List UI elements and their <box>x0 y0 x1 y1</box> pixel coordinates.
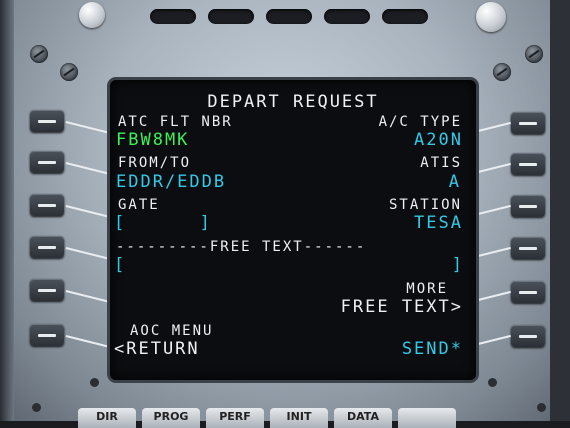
screw-dot <box>90 378 99 387</box>
value-return[interactable]: <RETURN <box>114 341 200 358</box>
top-slot <box>324 9 370 24</box>
screw-dot <box>488 378 497 387</box>
lsk-5r-button[interactable] <box>511 281 545 303</box>
top-slot <box>208 9 254 24</box>
screw-icon <box>60 63 78 81</box>
label-atis: ATIS <box>420 155 462 171</box>
lsk-3l-button[interactable] <box>30 194 64 216</box>
free-text-bracket-close[interactable]: ] <box>452 257 464 274</box>
value-ac-type: A20N <box>414 130 463 150</box>
page-title: DEPART REQUEST <box>207 92 379 112</box>
screw-icon <box>493 63 511 81</box>
bezel-left-edge <box>0 0 14 421</box>
value-station: TESA <box>414 213 463 233</box>
label-ac-type: A/C TYPE <box>378 114 462 130</box>
perf-key-button[interactable]: PERF <box>206 408 264 428</box>
lsk-4l-button[interactable] <box>30 236 64 258</box>
label-atc-flt-nbr: ATC FLT NBR <box>118 114 233 130</box>
screw-dot <box>32 403 41 412</box>
free-text-divider: ---------FREE TEXT------ <box>116 239 367 255</box>
lsk-3r-button[interactable] <box>511 195 545 217</box>
lsk-1l-button[interactable] <box>30 110 64 132</box>
data-key-button[interactable]: DATA <box>334 408 392 428</box>
init-key-button[interactable]: INIT <box>270 408 328 428</box>
screw-icon <box>525 45 543 63</box>
brightness-knob-left[interactable] <box>79 2 105 28</box>
lsk-6l-button[interactable] <box>30 324 64 346</box>
value-atis: A <box>448 172 461 192</box>
lsk-2l-button[interactable] <box>30 151 64 173</box>
label-aoc-menu: AOC MENU <box>130 323 214 339</box>
top-slot <box>150 9 196 24</box>
lsk-1r-button[interactable] <box>511 112 545 134</box>
blank-key-button[interactable] <box>398 408 456 428</box>
bezel-right-edge <box>550 0 570 421</box>
label-more: MORE <box>406 281 448 297</box>
dir-key-button[interactable]: DIR <box>78 408 136 428</box>
top-slot <box>266 9 312 24</box>
value-more-free-text[interactable]: FREE TEXT> <box>341 299 463 316</box>
screw-dot <box>537 403 546 412</box>
label-station: STATION <box>388 197 462 213</box>
value-gate: [ ] <box>114 213 212 233</box>
brightness-knob-right[interactable] <box>476 2 506 32</box>
top-slot <box>382 9 428 24</box>
lsk-4r-button[interactable] <box>511 237 545 259</box>
lsk-5l-button[interactable] <box>30 279 64 301</box>
value-from-to: EDDR/EDDB <box>116 172 227 192</box>
label-from-to: FROM/TO <box>118 155 192 171</box>
prog-key-button[interactable]: PROG <box>142 408 200 428</box>
free-text-bracket-open[interactable]: [ <box>114 257 126 274</box>
value-atc-flt-nbr: FBW8MK <box>116 130 190 150</box>
value-send[interactable]: SEND* <box>402 341 463 358</box>
label-gate: GATE <box>118 197 160 213</box>
screw-icon <box>30 45 48 63</box>
lsk-2r-button[interactable] <box>511 153 545 175</box>
lsk-6r-button[interactable] <box>511 325 545 347</box>
mcdu-screen: DEPART REQUEST ATC FLT NBR FBW8MK A/C TY… <box>110 80 476 380</box>
